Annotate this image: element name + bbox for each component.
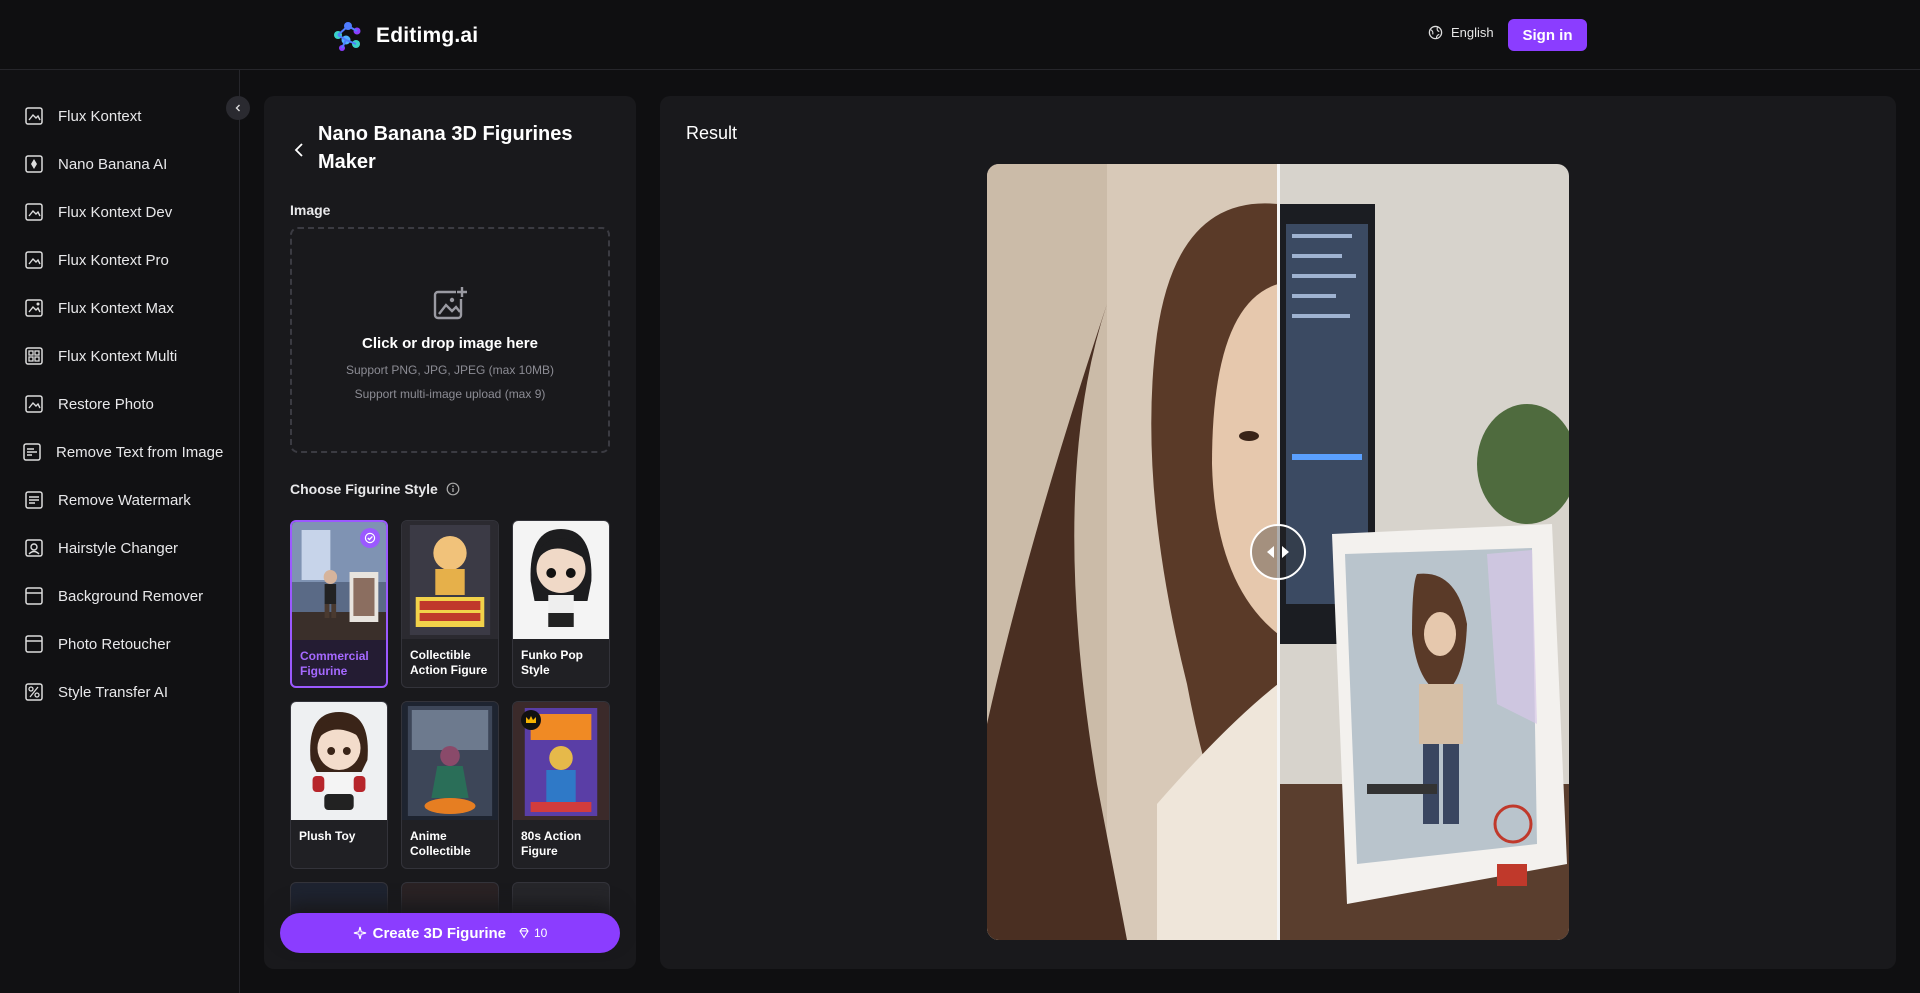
collectible-action-figure-thumbnail (402, 521, 498, 639)
retouch-icon (25, 635, 43, 653)
create-button-label: Create 3D Figurine (372, 924, 506, 942)
style-card-plush-toy[interactable]: Plush Toy (290, 701, 388, 869)
sidebar-item-label: Hairstyle Changer (58, 539, 179, 557)
style-card-label: Commercial Figurine (300, 649, 369, 678)
text-icon (23, 443, 41, 461)
comparison-slider-handle[interactable] (1250, 524, 1306, 580)
style-card-collectible-action-figure[interactable]: Collectible Action Figure (401, 520, 499, 688)
sidebar-item-style-transfer[interactable]: Style Transfer AI (24, 677, 168, 707)
sidebar-item-photo-retoucher[interactable]: Photo Retoucher (24, 629, 171, 659)
watermark-icon (25, 491, 43, 509)
selected-check-icon (360, 528, 380, 548)
sidebar-item-flux-kontext-pro[interactable]: Flux Kontext Pro (24, 245, 169, 275)
credit-cost-value: 10 (534, 926, 548, 940)
create-figurine-button[interactable]: Create 3D Figurine 10 (280, 913, 620, 953)
tool-panel: Nano Banana 3D Figurines Maker Image Cli… (264, 96, 636, 969)
sidebar-item-label: Nano Banana AI (58, 155, 168, 173)
diamond-icon (519, 927, 529, 939)
sidebar-item-label: Remove Watermark (58, 491, 191, 509)
crown-icon (521, 710, 541, 730)
style-card-commercial-figurine[interactable]: Commercial Figurine (290, 520, 388, 688)
style-card-label: 80s Action Figure (521, 829, 582, 858)
anime-collectible-thumbnail (402, 702, 498, 820)
sidebar-item-label: Flux Kontext Dev (58, 203, 173, 221)
sparkle-icon (353, 926, 366, 940)
collapse-sidebar-button[interactable] (226, 96, 250, 120)
style-card-label: Anime Collectible (410, 829, 471, 858)
sidebar-item-hairstyle-changer[interactable]: Hairstyle Changer (24, 533, 178, 563)
logo[interactable]: Editimg.ai (330, 18, 478, 54)
sidebar-item-background-remover[interactable]: Background Remover (24, 581, 203, 611)
dropzone-formats: Support PNG, JPG, JPEG (max 10MB) (345, 363, 555, 377)
style-card-label: Collectible Action Figure (410, 648, 488, 677)
style-card-anime-collectible[interactable]: Anime Collectible (401, 701, 499, 869)
dropzone-multi-note: Support multi-image upload (max 9) (354, 387, 546, 401)
brand-name: Editimg.ai (376, 24, 479, 47)
style-card-funko-pop[interactable]: Funko Pop Style (512, 520, 610, 688)
banana-icon (25, 155, 43, 173)
sidebar-item-label: Style Transfer AI (58, 683, 169, 701)
page-title: Nano Banana 3D Figurines Maker (318, 123, 573, 173)
sidebar: Flux Kontext Nano Banana AI Flux Kontext… (0, 70, 240, 993)
sidebar-item-flux-kontext[interactable]: Flux Kontext (24, 101, 141, 131)
sidebar-item-label: Remove Text from Image (56, 443, 224, 461)
image-icon (25, 203, 43, 221)
logo-mark-icon (334, 22, 361, 51)
sidebar-item-label: Flux Kontext Max (58, 299, 174, 317)
image-icon (25, 395, 43, 413)
style-label-text: Choose Figurine Style (290, 481, 438, 497)
credit-cost: 10 (518, 926, 547, 940)
globe-icon (1428, 25, 1443, 40)
sign-in-button[interactable]: Sign in (1508, 19, 1587, 51)
image-icon (25, 299, 43, 317)
sidebar-item-label: Photo Retoucher (58, 635, 171, 653)
style-icon (25, 683, 43, 701)
image-icon (25, 251, 43, 269)
grid-icon (25, 347, 43, 365)
style-card-80s-action-figure[interactable]: 80s Action Figure (512, 701, 610, 869)
sidebar-item-flux-kontext-multi[interactable]: Flux Kontext Multi (24, 341, 177, 371)
language-label: English (1451, 25, 1494, 40)
top-bar: Editimg.ai English Sign in (0, 0, 1920, 70)
sidebar-item-label: Flux Kontext Multi (58, 347, 178, 365)
sidebar-item-label: Flux Kontext Pro (58, 251, 169, 269)
funko-pop-thumbnail (513, 521, 609, 639)
sidebar-item-flux-kontext-max[interactable]: Flux Kontext Max (24, 293, 174, 323)
style-card-label: Funko Pop Style (521, 648, 583, 677)
image-label: Image (290, 202, 331, 218)
sidebar-item-restore-photo[interactable]: Restore Photo (24, 389, 154, 419)
result-title: Result (686, 123, 738, 143)
sidebar-item-remove-text[interactable]: Remove Text from Image (22, 437, 223, 467)
dropzone-title: Click or drop image here (362, 335, 538, 352)
add-image-icon (433, 287, 468, 320)
style-label: Choose Figurine Style (290, 481, 460, 497)
sidebar-item-remove-watermark[interactable]: Remove Watermark (24, 485, 191, 515)
sidebar-item-flux-kontext-dev[interactable]: Flux Kontext Dev (24, 197, 172, 227)
sidebar-item-nano-banana[interactable]: Nano Banana AI (24, 149, 167, 179)
info-icon[interactable] (446, 482, 460, 496)
image-icon (25, 107, 43, 125)
sidebar-item-label: Flux Kontext (58, 107, 142, 125)
chevron-left-icon (235, 104, 240, 112)
result-panel: Result (660, 96, 1896, 969)
language-selector[interactable]: English (1428, 25, 1494, 40)
back-arrow-icon[interactable] (290, 140, 310, 160)
layers-icon (25, 587, 43, 605)
plush-toy-thumbnail (291, 702, 387, 820)
sidebar-item-label: Restore Photo (58, 395, 154, 413)
sidebar-item-label: Background Remover (58, 587, 204, 605)
slider-arrows-icon (1267, 546, 1289, 558)
style-card-label: Plush Toy (299, 829, 356, 843)
image-dropzone[interactable]: Click or drop image here Support PNG, JP… (290, 227, 610, 453)
hair-icon (25, 539, 43, 557)
